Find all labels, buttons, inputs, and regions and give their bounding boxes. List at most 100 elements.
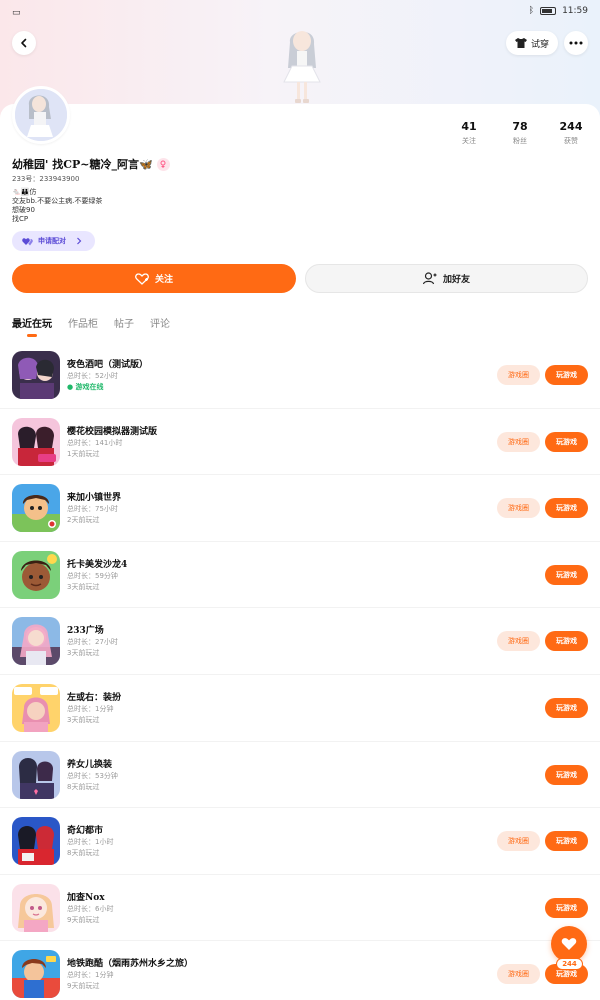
game-title: 233广场 — [67, 626, 104, 637]
game-circle-button[interactable]: 游戏圈 — [497, 964, 540, 985]
heart-plus-icon — [135, 272, 149, 285]
game-last-played: 2天前玩过 — [67, 516, 100, 525]
game-icon — [12, 351, 60, 399]
tab-recently-played[interactable]: 最近在玩 — [12, 315, 52, 335]
try-on-label: 试穿 — [530, 39, 549, 50]
play-game-button[interactable]: 玩游戏 — [545, 831, 588, 852]
game-last-played: 9天前玩过 — [67, 982, 100, 991]
game-icon — [12, 484, 60, 533]
game-playtime: 总时长：59分钟 — [67, 571, 118, 580]
add-user-icon — [422, 272, 437, 285]
game-playtime: 总时长：141小时 — [67, 438, 123, 447]
following-stat[interactable]: 41 关注 — [449, 120, 489, 146]
game-last-played: 8天前玩过 — [67, 782, 100, 791]
online-status-text: 游戏在线 — [75, 383, 104, 391]
game-circle-button[interactable]: 游戏圈 — [497, 431, 540, 452]
follow-label: 关注 — [154, 275, 173, 285]
user-avatar[interactable] — [12, 86, 70, 144]
game-title: 奇幻都市 — [67, 826, 104, 837]
game-icon — [12, 817, 60, 866]
apply-cp-button[interactable]: 申请配对 — [12, 231, 95, 251]
bio-line: 🐁👪仿 — [12, 188, 37, 196]
game-icon — [12, 883, 60, 932]
like-profile-button[interactable] — [551, 926, 587, 962]
game-playtime: 总时长：52小时 — [67, 372, 118, 380]
try-on-button[interactable]: 试穿 — [506, 31, 558, 55]
followers-stat[interactable]: 78 粉丝 — [500, 120, 540, 146]
more-options-button[interactable] — [564, 31, 588, 55]
apply-cp-label: 申请配对 — [38, 237, 66, 245]
game-circle-button[interactable]: 游戏圈 — [497, 365, 540, 385]
battery-icon — [540, 7, 557, 15]
play-game-button[interactable]: 玩游戏 — [545, 564, 588, 585]
shirt-icon — [514, 38, 527, 48]
tab-works[interactable]: 作品柜 — [68, 315, 98, 335]
heart-icon — [561, 938, 577, 950]
game-row[interactable]: 奇幻都市 总时长：1小时 8天前玩过 游戏圈 玩游戏 — [0, 808, 600, 875]
game-row[interactable]: 233广场 总时长：27小时 3天前玩过 游戏圈 玩游戏 — [0, 608, 600, 675]
tab-comments[interactable]: 评论 — [150, 315, 170, 335]
following-count: 41 — [461, 120, 477, 133]
game-title: 来加小镇世界 — [67, 493, 122, 504]
play-game-button[interactable]: 玩游戏 — [545, 697, 588, 718]
game-icon — [12, 617, 60, 666]
game-row[interactable]: 来加小镇世界 总时长：75小时 2天前玩过 游戏圈 玩游戏 — [0, 475, 600, 542]
user-id: 233号：233943900 — [12, 175, 80, 183]
game-icon — [12, 950, 60, 999]
avatar-character-figure — [283, 31, 321, 103]
play-game-button[interactable]: 玩游戏 — [545, 431, 588, 452]
bio-line: 想破90 — [12, 206, 35, 214]
add-friend-label: 加好友 — [442, 275, 470, 285]
game-row[interactable]: 加查Nox 总时长：6小时 9天前玩过 玩游戏 — [0, 875, 600, 942]
game-row[interactable]: 托卡美发沙龙4 总时长：59分钟 3天前玩过 玩游戏 — [0, 542, 600, 609]
game-last-played: 3天前玩过 — [67, 582, 100, 591]
game-circle-button[interactable]: 游戏圈 — [497, 498, 540, 519]
play-game-button[interactable]: 玩游戏 — [545, 631, 588, 652]
female-gender-icon — [156, 157, 170, 171]
game-row[interactable]: 左或右：装扮 总时长：1分钟 3天前玩过 玩游戏 — [0, 675, 600, 742]
game-last-played: 9天前玩过 — [67, 915, 100, 924]
game-circle-button[interactable]: 游戏圈 — [497, 631, 540, 652]
game-last-played: 1天前玩过 — [67, 449, 100, 458]
status-time: 11:59 — [562, 6, 588, 16]
game-row[interactable]: 夜色酒吧（测试版） 总时长：52小时 ● 游戏在线 游戏圈 玩游戏 — [0, 342, 600, 409]
follow-button[interactable]: 关注 — [12, 264, 296, 293]
add-friend-button[interactable]: 加好友 — [305, 264, 588, 293]
bio: 🐁👪仿 交友bb.不要公主病.不要绿茶 想破90 找CP — [12, 188, 212, 224]
play-game-button[interactable]: 玩游戏 — [545, 498, 588, 519]
followers-label: 粉丝 — [513, 137, 527, 145]
game-title: 托卡美发沙龙4 — [67, 559, 128, 570]
game-icon — [12, 750, 60, 799]
back-button[interactable] — [12, 31, 36, 55]
game-row[interactable]: 养女儿换装 总时长：53分钟 8天前玩过 玩游戏 — [0, 742, 600, 809]
game-playtime: 总时长：27小时 — [67, 638, 118, 647]
profile-tabs: 最近在玩 作品柜 帖子 评论 — [12, 315, 170, 335]
bluetooth-icon: ᛒ — [528, 6, 535, 16]
game-playtime: 总时长：75小时 — [67, 505, 118, 514]
recent-games-list: 夜色酒吧（测试版） 总时长：52小时 ● 游戏在线 游戏圈 玩游戏 樱花校园模拟… — [0, 342, 600, 1000]
bio-line: 交友bb.不要公主病.不要绿茶 — [12, 197, 103, 205]
play-game-button[interactable]: 玩游戏 — [545, 764, 588, 785]
back-icon — [21, 38, 27, 48]
game-online-status: ● 游戏在线 — [67, 383, 104, 391]
tab-posts[interactable]: 帖子 — [114, 315, 134, 335]
notification-icon: ▭ — [12, 8, 21, 18]
play-game-button[interactable]: 玩游戏 — [545, 897, 588, 918]
likes-count: 244 — [559, 120, 583, 133]
nickname: 幼稚园' 找CP~糖冷_阿言🦋 — [12, 158, 153, 171]
chevron-right-icon — [77, 237, 82, 245]
game-row[interactable]: 地铁跑酷（烟雨苏州水乡之旅） 总时长：1分钟 9天前玩过 游戏圈 玩游戏 — [0, 941, 600, 1000]
game-icon — [12, 683, 60, 732]
likes-stat[interactable]: 244 获赞 — [551, 120, 591, 146]
game-title: 樱花校园模拟器测试版 — [67, 426, 158, 437]
game-circle-button[interactable]: 游戏圈 — [497, 831, 540, 852]
game-playtime: 总时长：1分钟 — [67, 704, 114, 713]
game-row[interactable]: 樱花校园模拟器测试版 总时长：141小时 1天前玩过 游戏圈 玩游戏 — [0, 409, 600, 476]
play-game-button[interactable]: 玩游戏 — [545, 365, 588, 385]
game-playtime: 总时长：1分钟 — [67, 971, 114, 980]
game-playtime: 总时长：1小时 — [67, 838, 114, 847]
followers-count: 78 — [512, 120, 528, 133]
following-label: 关注 — [462, 137, 476, 145]
game-title: 夜色酒吧（测试版） — [67, 360, 149, 370]
game-title: 加查Nox — [67, 892, 105, 903]
